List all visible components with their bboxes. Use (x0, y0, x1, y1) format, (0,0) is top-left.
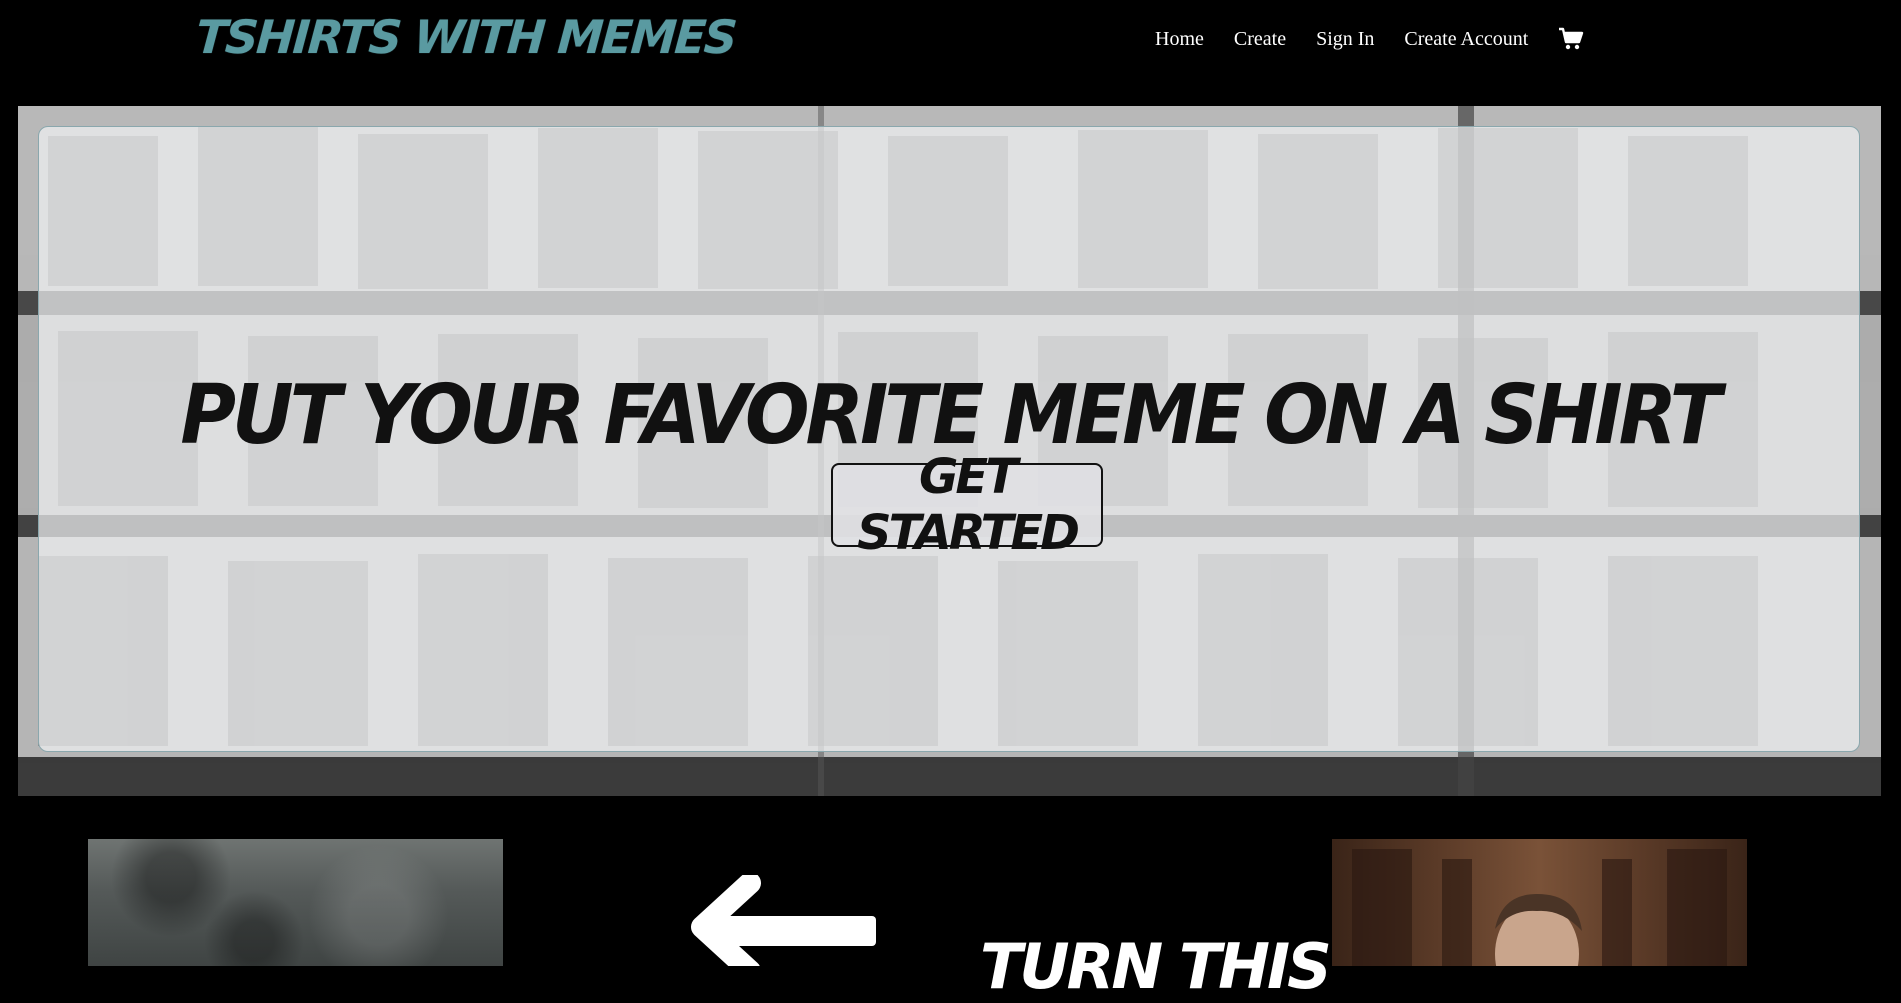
nav-home[interactable]: Home (1155, 27, 1204, 51)
main-nav: Home Create Sign In Create Account (1155, 27, 1584, 51)
site-logo[interactable]: TSHIRTS WITH MEMES (194, 10, 737, 64)
nav-create-account[interactable]: Create Account (1404, 27, 1528, 51)
nav-sign-in[interactable]: Sign In (1316, 27, 1374, 51)
shopping-cart-icon[interactable] (1558, 27, 1584, 51)
get-started-button[interactable]: GET STARTED (831, 449, 1103, 561)
arrow-left-icon (691, 875, 876, 966)
site-header: TSHIRTS WITH MEMES Home Create Sign In C… (0, 0, 1901, 105)
turn-this-caption: TURN THIS (980, 930, 1332, 1003)
hero-card: PUT YOUR FAVORITE MEME ON A SHIRT GET ST… (38, 126, 1860, 752)
meme-example-image (88, 839, 503, 966)
shirt-example-image (1332, 839, 1747, 966)
hero-banner: PUT YOUR FAVORITE MEME ON A SHIRT GET ST… (18, 106, 1881, 796)
model-photo-illustration (1352, 849, 1727, 966)
nav-create[interactable]: Create (1234, 27, 1286, 51)
